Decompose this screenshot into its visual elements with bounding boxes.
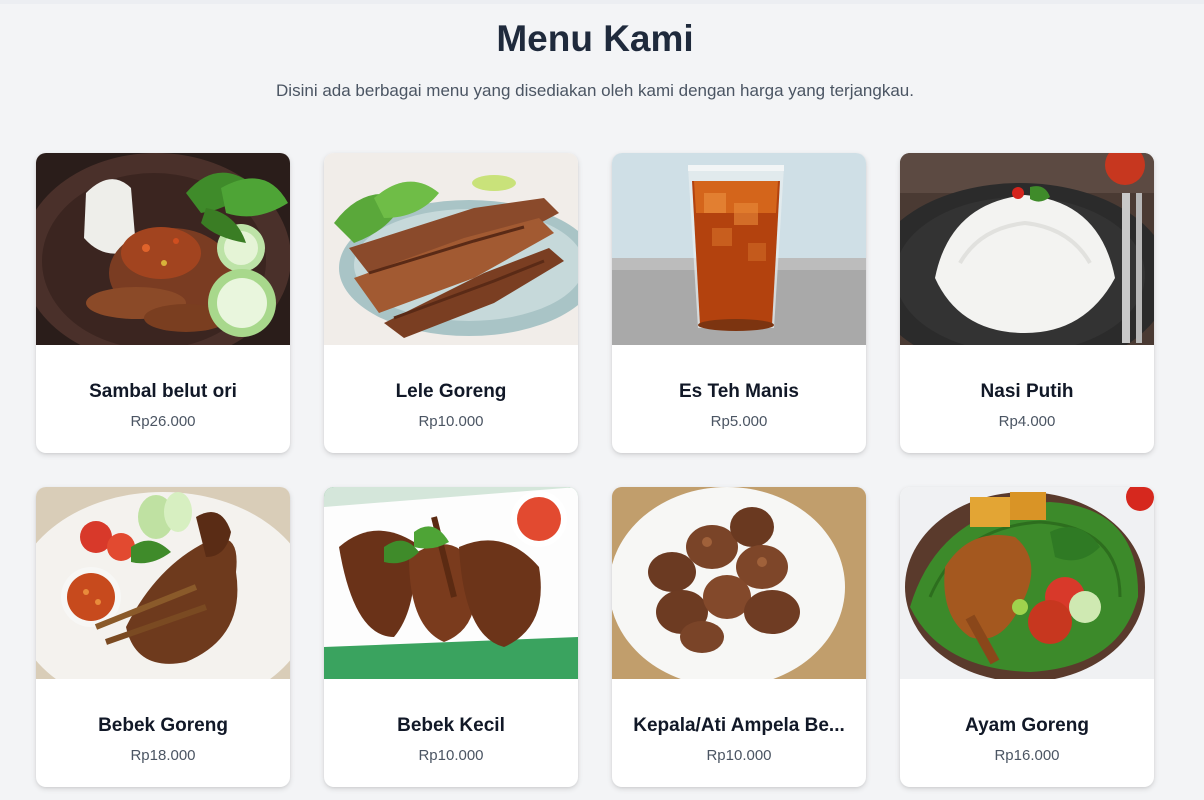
menu-item-photo — [324, 153, 578, 345]
menu-item-name: Es Teh Manis — [678, 381, 799, 402]
menu-item-name: Bebek Kecil — [397, 715, 505, 736]
menu-card-lele-goreng[interactable]: Lele Goreng Rp10.000 — [324, 153, 578, 453]
menu-item-name: Kepala/Ati Ampela Be... — [633, 715, 845, 736]
menu-item-photo — [900, 153, 1154, 345]
menu-item-price: Rp10.000 — [706, 747, 772, 764]
menu-card-ayam-goreng[interactable]: Ayam Goreng Rp16.000 — [900, 487, 1154, 787]
menu-item-photo — [36, 487, 290, 679]
menu-item-photo — [612, 487, 866, 679]
menu-item-price: Rp26.000 — [130, 413, 196, 430]
page-subtitle: Disini ada berbagai menu yang disediakan… — [276, 81, 914, 100]
menu-item-name: Sambal belut ori — [89, 381, 237, 402]
menu-item-photo — [612, 153, 866, 345]
menu-item-name: Bebek Goreng — [98, 715, 228, 736]
menu-item-name: Ayam Goreng — [965, 715, 1089, 736]
menu-item-price: Rp5.000 — [710, 413, 768, 430]
top-edge — [0, 0, 1204, 4]
menu-item-photo — [36, 153, 290, 345]
menu-card-bebek-goreng[interactable]: Bebek Goreng Rp18.000 — [36, 487, 290, 787]
page-title: Menu Kami — [496, 18, 694, 59]
menu-card-kepala-ati-ampela[interactable]: Kepala/Ati Ampela Be... Rp10.000 — [612, 487, 866, 787]
menu-item-price: Rp18.000 — [130, 747, 196, 764]
menu-item-price: Rp4.000 — [998, 413, 1056, 430]
menu-item-price: Rp10.000 — [418, 747, 484, 764]
menu-item-price: Rp16.000 — [994, 747, 1060, 764]
menu-card-sambal-belut[interactable]: Sambal belut ori Rp26.000 — [36, 153, 290, 453]
menu-card-bebek-kecil[interactable]: Bebek Kecil Rp10.000 — [324, 487, 578, 787]
menu-item-photo — [900, 487, 1154, 679]
menu-item-price: Rp10.000 — [418, 413, 484, 430]
menu-card-nasi-putih[interactable]: Nasi Putih Rp4.000 — [900, 153, 1154, 453]
menu-card-es-teh-manis[interactable]: Es Teh Manis Rp5.000 — [612, 153, 866, 453]
menu-item-photo — [324, 487, 578, 679]
menu-item-name: Nasi Putih — [980, 381, 1074, 402]
menu-item-name: Lele Goreng — [395, 381, 507, 402]
